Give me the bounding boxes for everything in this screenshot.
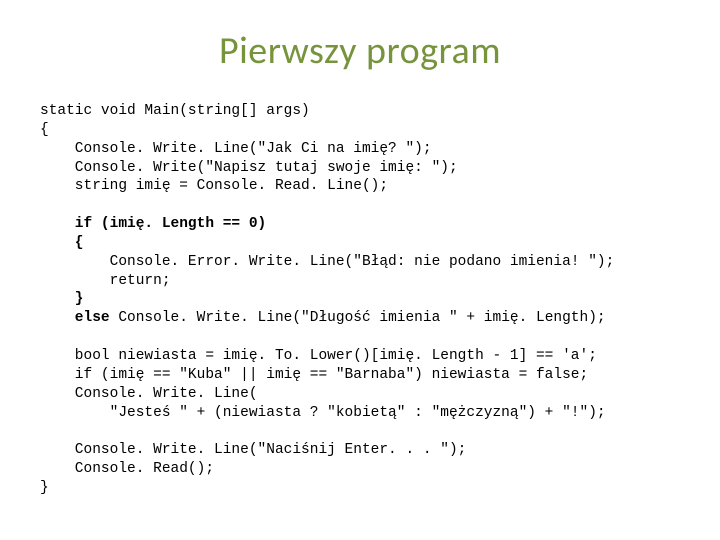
code-line: return; — [40, 273, 171, 289]
code-line: Console. Write("Napisz tutaj swoje imię:… — [40, 160, 458, 176]
code-line: if (imię == "Kuba" || imię == "Barnaba")… — [40, 367, 588, 383]
code-line: static void Main(string[] args) — [40, 103, 310, 119]
code-line: "Jesteś " + (niewiasta ? "kobietą" : "mę… — [40, 405, 606, 421]
code-line: Console. Write. Line("Naciśnij Enter. . … — [40, 442, 466, 458]
code-line: Console. Write. Line("Jak Ci na imię? ")… — [40, 141, 432, 157]
code-block: static void Main(string[] args) { Consol… — [40, 102, 680, 498]
code-line: Console. Write. Line( — [40, 386, 258, 402]
slide: Pierwszy program static void Main(string… — [0, 0, 720, 540]
code-line: bool niewiasta = imię. To. Lower()[imię.… — [40, 348, 597, 364]
code-line-bold: if (imię. Length == 0) — [40, 216, 266, 232]
code-line: { — [40, 122, 49, 138]
code-line: } — [40, 480, 49, 496]
code-line: Console. Error. Write. Line("Błąd: nie p… — [40, 254, 614, 270]
code-line: string imię = Console. Read. Line(); — [40, 178, 388, 194]
code-line: Console. Read(); — [40, 461, 214, 477]
code-line-bold: } — [40, 291, 84, 307]
code-line-bold: { — [40, 235, 84, 251]
code-line: Console. Write. Line("Długość imienia " … — [110, 310, 606, 326]
code-line-bold: else — [40, 310, 110, 326]
slide-title: Pierwszy program — [40, 28, 680, 74]
